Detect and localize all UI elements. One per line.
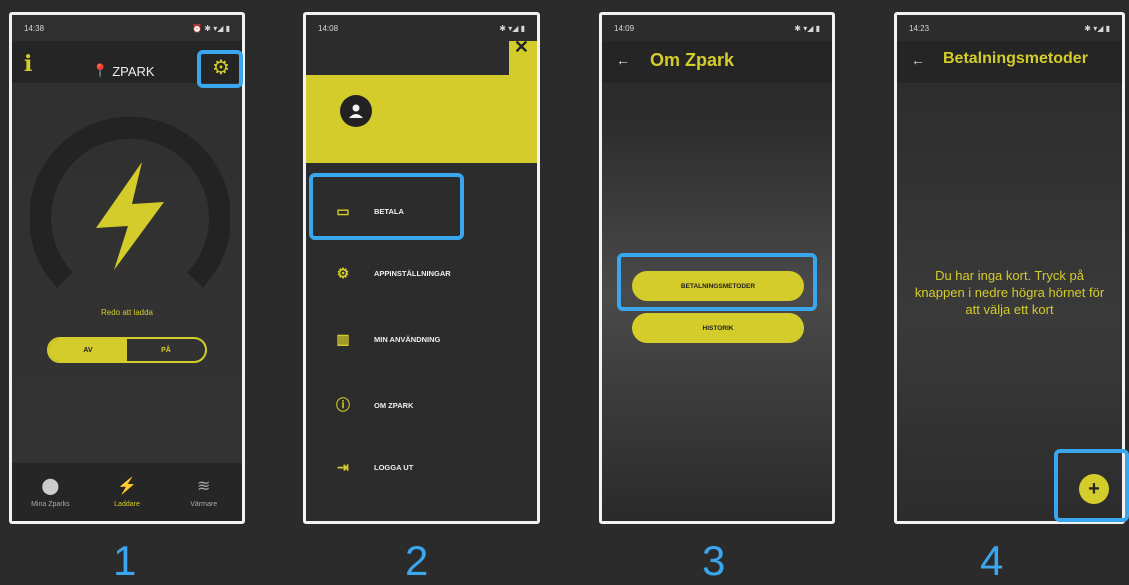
nav-label: Laddare <box>114 501 140 508</box>
menu-item-label: LOGGA UT <box>374 463 414 472</box>
location-name: ZPARK <box>112 63 155 79</box>
highlight-betala <box>309 173 464 240</box>
status-icons: ✱ ▾◢ ▮ <box>1084 23 1110 33</box>
nav-item-varmare[interactable]: ≋ Värmare <box>165 463 242 521</box>
chart-icon: ▥ <box>336 331 350 347</box>
status-icons: ⏰ ✱ ▾◢ ▮ <box>192 23 230 33</box>
menu-item-logga-ut[interactable]: ⇥ LOGGA UT <box>334 459 413 476</box>
lightning-icon: ⚡ <box>117 478 137 495</box>
status-icons: ✱ ▾◢ ▮ <box>499 23 525 33</box>
status-icons: ✱ ▾◢ ▮ <box>794 23 820 33</box>
empty-state-message: Du har inga kort. Tryck på knappen i ned… <box>914 268 1105 317</box>
lightning-icon <box>96 162 164 270</box>
location-title: 📍 ZPARK <box>92 63 155 79</box>
highlight-add-card <box>1054 449 1129 522</box>
close-icon[interactable]: ✕ <box>514 37 529 58</box>
status-bar: 14:09 ✱ ▾◢ ▮ <box>602 15 832 41</box>
highlight-payment-methods <box>617 253 817 311</box>
menu-item-min-anvandning[interactable]: ▥ MIN ANVÄNDNING <box>334 331 440 348</box>
status-bar: 14:23 ✱ ▾◢ ▮ <box>897 15 1122 41</box>
charge-gauge <box>30 116 230 288</box>
status-time: 14:09 <box>614 23 635 33</box>
drawer-header-top <box>306 41 509 75</box>
step-number: 1 <box>113 537 137 584</box>
step-number: 4 <box>980 537 1004 584</box>
nav-item-laddare[interactable]: ⚡ Laddare <box>89 463 166 521</box>
map-pin-icon: 📍 <box>92 63 109 78</box>
nav-item-mina-zparks[interactable]: ⬤ Mina Zparks <box>12 463 89 521</box>
history-button[interactable]: HISTORIK <box>632 313 804 343</box>
back-arrow-icon[interactable]: ← <box>911 52 925 68</box>
phone-screen-charger: 14:38 ⏰ ✱ ▾◢ ▮ i 📍 ZPARK ⚙ Redo att ladd… <box>9 12 245 524</box>
menu-item-om-zpark[interactable]: ⓘ OM ZPARK <box>334 395 413 415</box>
map-pin-icon: ⬤ <box>41 478 60 495</box>
avatar <box>340 95 372 127</box>
nav-label: Mina Zparks <box>31 501 70 508</box>
menu-item-appinstallningar[interactable]: ⚙ APPINSTÄLLNINGAR <box>334 265 451 282</box>
menu-item-label: MIN ANVÄNDNING <box>374 335 441 344</box>
toggle-off-option[interactable]: AV <box>49 339 127 361</box>
step-number: 2 <box>405 537 429 584</box>
back-arrow-icon[interactable]: ← <box>616 52 630 68</box>
phone-screen-payment-methods: 14:23 ✱ ▾◢ ▮ ← Betalningsmetoder Du har … <box>894 12 1125 524</box>
gear-icon: ⚙ <box>336 265 350 281</box>
info-icon[interactable]: i <box>24 51 32 77</box>
charge-toggle[interactable]: AV PÅ <box>47 337 207 363</box>
phone-screen-menu: 14:08 ✱ ▾◢ ▮ ✕ ▭ BETALA ⚙ APPINSTÄLLNING… <box>303 12 540 524</box>
status-time: 14:23 <box>909 23 930 33</box>
menu-item-label: APPINSTÄLLNINGAR <box>374 269 451 278</box>
heat-icon: ≋ <box>196 478 211 495</box>
ready-status-text: Redo att ladda <box>100 308 154 317</box>
step-number: 3 <box>702 537 726 584</box>
status-bar: 14:38 ⏰ ✱ ▾◢ ▮ <box>12 15 242 41</box>
bottom-navigation: ⬤ Mina Zparks ⚡ Laddare ≋ Värmare <box>12 463 242 521</box>
info-icon: ⓘ <box>336 397 350 413</box>
status-time: 14:08 <box>318 23 339 33</box>
menu-item-label: OM ZPARK <box>374 400 414 410</box>
user-icon <box>349 104 363 118</box>
logout-icon: ⇥ <box>337 459 349 475</box>
page-title: Om Zpark <box>650 50 735 70</box>
status-time: 14:38 <box>24 23 45 33</box>
toggle-on-option[interactable]: PÅ <box>127 339 205 361</box>
nav-label: Värmare <box>190 501 218 508</box>
status-bar: 14:08 ✱ ▾◢ ▮ <box>306 15 537 41</box>
highlight-settings <box>197 50 243 88</box>
page-title: Betalningsmetoder <box>943 50 1088 67</box>
